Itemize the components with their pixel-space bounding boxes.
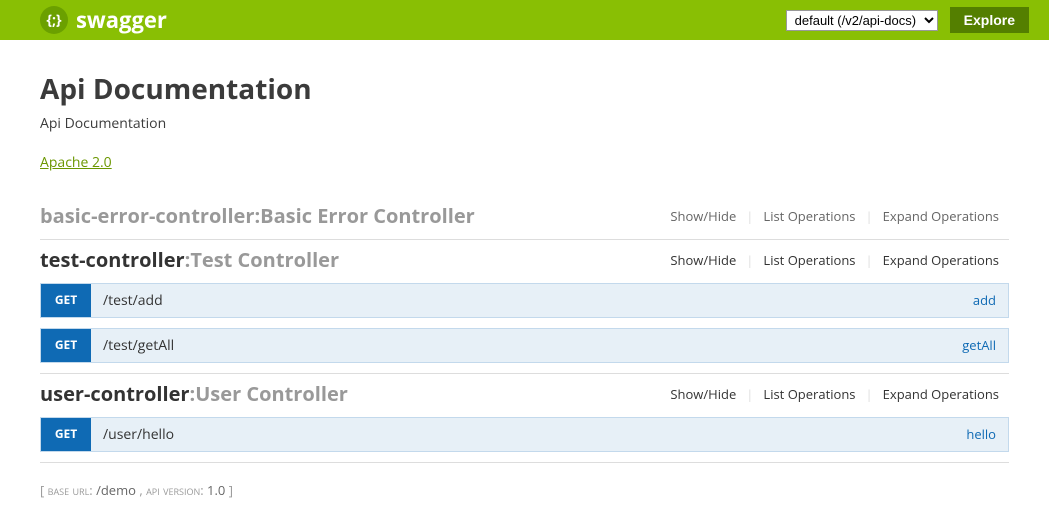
logo-text: swagger — [76, 5, 167, 35]
operation[interactable]: GET/user/hello hello — [40, 417, 1009, 452]
separator: | — [746, 251, 753, 269]
controller-header[interactable]: user-controller : User ControllerShow/Hi… — [40, 374, 1009, 417]
controller-description: Basic Error Controller — [260, 202, 475, 229]
list-ops-link[interactable]: List Operations — [753, 385, 865, 403]
controller-basic-error-controller: basic-error-controller : Basic Error Con… — [40, 196, 1009, 240]
controller-op-links: Show/Hide|List Operations|Expand Operati… — [660, 251, 1009, 269]
base-url-value: /demo — [96, 481, 136, 499]
operation-path[interactable]: /user/hello — [91, 418, 186, 451]
base-url-label: base url — [48, 481, 90, 499]
list-ops-link[interactable]: List Operations — [753, 251, 865, 269]
controller-description: User Controller — [195, 380, 348, 407]
http-method-badge[interactable]: GET — [41, 329, 91, 362]
controller-name[interactable]: test-controller — [40, 246, 185, 273]
page-subtitle: Api Documentation — [40, 114, 1009, 133]
controllers-list: basic-error-controller : Basic Error Con… — [40, 196, 1009, 463]
spacer — [186, 329, 950, 362]
operation-name[interactable]: getAll — [950, 329, 1008, 362]
operation-row: GET/test/getAll getAll — [40, 328, 1009, 363]
spacer — [186, 418, 954, 451]
http-method-badge[interactable]: GET — [41, 418, 91, 451]
show-hide-link[interactable]: Show/Hide — [660, 385, 746, 403]
expand-ops-link[interactable]: Expand Operations — [873, 385, 1009, 403]
separator: | — [866, 385, 873, 403]
swagger-icon: {;} — [40, 6, 68, 34]
controller-description: Test Controller — [190, 246, 339, 273]
operation-path[interactable]: /test/add — [91, 284, 175, 317]
logo[interactable]: {;} swagger — [40, 5, 167, 35]
separator: | — [866, 207, 873, 225]
controller-name[interactable]: user-controller — [40, 380, 189, 407]
operation-path[interactable]: /test/getAll — [91, 329, 186, 362]
list-ops-link[interactable]: List Operations — [753, 207, 865, 225]
controller-header[interactable]: basic-error-controller : Basic Error Con… — [40, 196, 1009, 239]
page-title: Api Documentation — [40, 70, 1009, 108]
operation-name[interactable]: add — [961, 284, 1008, 317]
http-method-badge[interactable]: GET — [41, 284, 91, 317]
api-version-value: 1.0 — [207, 481, 225, 499]
content: Api Documentation Api Documentation Apac… — [0, 40, 1049, 519]
operation[interactable]: GET/test/add add — [40, 283, 1009, 318]
separator: | — [746, 385, 753, 403]
explore-button[interactable]: Explore — [950, 7, 1029, 33]
controller-test-controller: test-controller : Test ControllerShow/Hi… — [40, 240, 1009, 374]
api-version-label: api version — [146, 481, 200, 499]
expand-ops-link[interactable]: Expand Operations — [873, 207, 1009, 225]
operation[interactable]: GET/test/getAll getAll — [40, 328, 1009, 363]
operation-row: GET/user/hello hello — [40, 417, 1009, 452]
controller-user-controller: user-controller : User ControllerShow/Hi… — [40, 374, 1009, 463]
license-link[interactable]: Apache 2.0 — [40, 153, 112, 172]
operation-name[interactable]: hello — [954, 418, 1008, 451]
operation-row: GET/test/add add — [40, 283, 1009, 318]
separator: | — [746, 207, 753, 225]
show-hide-link[interactable]: Show/Hide — [660, 251, 746, 269]
header-right: default (/v2/api-docs) Explore — [786, 7, 1029, 33]
spacer — [175, 284, 961, 317]
api-spec-select[interactable]: default (/v2/api-docs) — [786, 10, 938, 31]
header-bar: {;} swagger default (/v2/api-docs) Explo… — [0, 0, 1049, 40]
info-footer: [ base url: /demo , api version: 1.0 ] — [40, 481, 1009, 499]
show-hide-link[interactable]: Show/Hide — [660, 207, 746, 225]
controller-op-links: Show/Hide|List Operations|Expand Operati… — [660, 207, 1009, 225]
controller-name[interactable]: basic-error-controller — [40, 202, 254, 229]
controller-op-links: Show/Hide|List Operations|Expand Operati… — [660, 385, 1009, 403]
controller-header[interactable]: test-controller : Test ControllerShow/Hi… — [40, 240, 1009, 283]
expand-ops-link[interactable]: Expand Operations — [873, 251, 1009, 269]
separator: | — [866, 251, 873, 269]
